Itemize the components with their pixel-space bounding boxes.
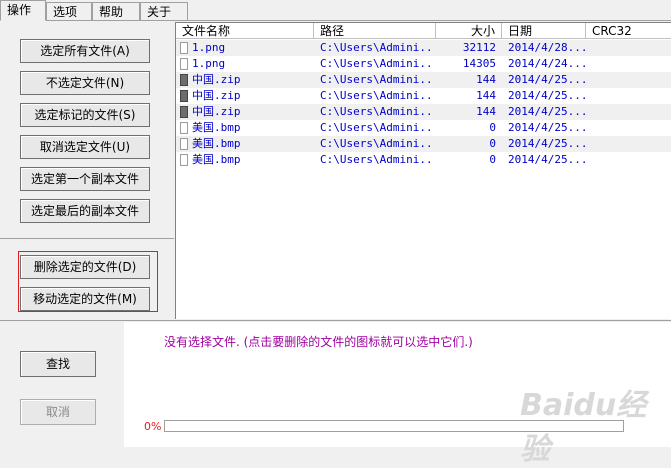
table-row[interactable]: 1.png C:\Users\Admini... 14305 2014/4/24... (176, 56, 671, 72)
table-row[interactable]: 中国.zip C:\Users\Admini... 144 2014/4/25... (176, 72, 671, 88)
tab-help[interactable]: 帮助 (92, 2, 140, 20)
file-name-cell: 中国.zip (192, 105, 241, 118)
cancel-select-button[interactable]: 取消选定文件(U) (20, 135, 150, 159)
file-path-cell: C:\Users\Admini... (320, 153, 434, 166)
tab-operation[interactable]: 操作 (0, 0, 46, 21)
file-date-cell: 2014/4/25... (508, 73, 586, 86)
column-header-crc32[interactable]: CRC32 (586, 23, 671, 39)
file-size-cell: 0 (489, 153, 496, 166)
find-button[interactable]: 查找 (20, 351, 96, 377)
zip-file-icon[interactable] (180, 90, 188, 102)
file-name-cell: 中国.zip (192, 89, 241, 102)
file-path-cell: C:\Users\Admini... (320, 41, 434, 54)
file-date-cell: 2014/4/25... (508, 89, 586, 102)
select-marked-button[interactable]: 选定标记的文件(S) (20, 103, 150, 127)
bottom-controls: 查找 取消 (0, 321, 124, 447)
file-date-cell: 2014/4/24... (508, 57, 586, 70)
file-path-cell: C:\Users\Admini... (320, 105, 434, 118)
tab-about[interactable]: 关于 (140, 2, 188, 20)
tab-options[interactable]: 选项 (46, 2, 92, 20)
file-date-cell: 2014/4/25... (508, 153, 586, 166)
file-size-cell: 144 (476, 73, 496, 86)
file-list[interactable]: 文件名称 路径 大小 日期 CRC32 1.png C:\Users\Admini… (175, 22, 671, 319)
file-size-cell: 32112 (462, 41, 496, 54)
cancel-button[interactable]: 取消 (20, 399, 96, 425)
table-row[interactable]: 美国.bmp C:\Users\Admini... 0 2014/4/25... (176, 152, 671, 168)
tab-bar: 操作 选项 帮助 关于 (0, 0, 671, 22)
file-size-cell: 144 (476, 89, 496, 102)
image-file-icon[interactable] (180, 42, 188, 54)
column-header-path[interactable]: 路径 (314, 23, 436, 39)
table-row[interactable]: 美国.bmp C:\Users\Admini... 0 2014/4/25... (176, 120, 671, 136)
file-path-cell: C:\Users\Admini... (320, 137, 434, 150)
status-message: 没有选择文件. (点击要删除的文件的图标就可以选中它们.) (164, 335, 473, 349)
file-size-cell: 0 (489, 137, 496, 150)
file-size-cell: 14305 (462, 57, 496, 70)
select-all-button[interactable]: 选定所有文件(A) (20, 39, 150, 63)
table-row[interactable]: 中国.zip C:\Users\Admini... 144 2014/4/25... (176, 104, 671, 120)
table-row[interactable]: 中国.zip C:\Users\Admini... 144 2014/4/25... (176, 88, 671, 104)
table-row[interactable]: 1.png C:\Users\Admini... 32112 2014/4/28... (176, 40, 671, 56)
select-last-copy-button[interactable]: 选定最后的副本文件 (20, 199, 150, 223)
file-name-cell: 美国.bmp (192, 137, 241, 150)
file-name-cell: 美国.bmp (192, 153, 241, 166)
file-path-cell: C:\Users\Admini... (320, 121, 434, 134)
file-date-cell: 2014/4/25... (508, 137, 586, 150)
select-first-copy-button[interactable]: 选定第一个副本文件 (20, 167, 150, 191)
file-size-cell: 144 (476, 105, 496, 118)
deselect-button[interactable]: 不选定文件(N) (20, 71, 150, 95)
watermark-logo: Baidu经验 (520, 388, 647, 467)
column-header-size[interactable]: 大小 (436, 23, 502, 39)
action-divider (0, 238, 174, 239)
image-file-icon[interactable] (180, 154, 188, 166)
zip-file-icon[interactable] (180, 74, 188, 86)
file-name-cell: 1.png (192, 57, 226, 70)
zip-file-icon[interactable] (180, 106, 188, 118)
file-name-cell: 美国.bmp (192, 121, 241, 134)
column-header-name[interactable]: 文件名称 (176, 23, 314, 39)
table-row[interactable]: 美国.bmp C:\Users\Admini... 0 2014/4/25... (176, 136, 671, 152)
progress-percent: 0% (144, 420, 162, 433)
file-path-cell: C:\Users\Admini... (320, 89, 434, 102)
file-date-cell: 2014/4/25... (508, 105, 586, 118)
file-date-cell: 2014/4/28... (508, 41, 586, 54)
column-header-date[interactable]: 日期 (502, 23, 586, 39)
image-file-icon[interactable] (180, 58, 188, 70)
file-path-cell: C:\Users\Admini... (320, 57, 434, 70)
highlight-box (18, 251, 158, 312)
file-path-cell: C:\Users\Admini... (320, 73, 434, 86)
image-file-icon[interactable] (180, 138, 188, 150)
file-name-cell: 1.png (192, 41, 226, 54)
image-file-icon[interactable] (180, 122, 188, 134)
file-list-header: 文件名称 路径 大小 日期 CRC32 (176, 23, 671, 40)
file-name-cell: 中国.zip (192, 73, 241, 86)
file-date-cell: 2014/4/25... (508, 121, 586, 134)
file-size-cell: 0 (489, 121, 496, 134)
